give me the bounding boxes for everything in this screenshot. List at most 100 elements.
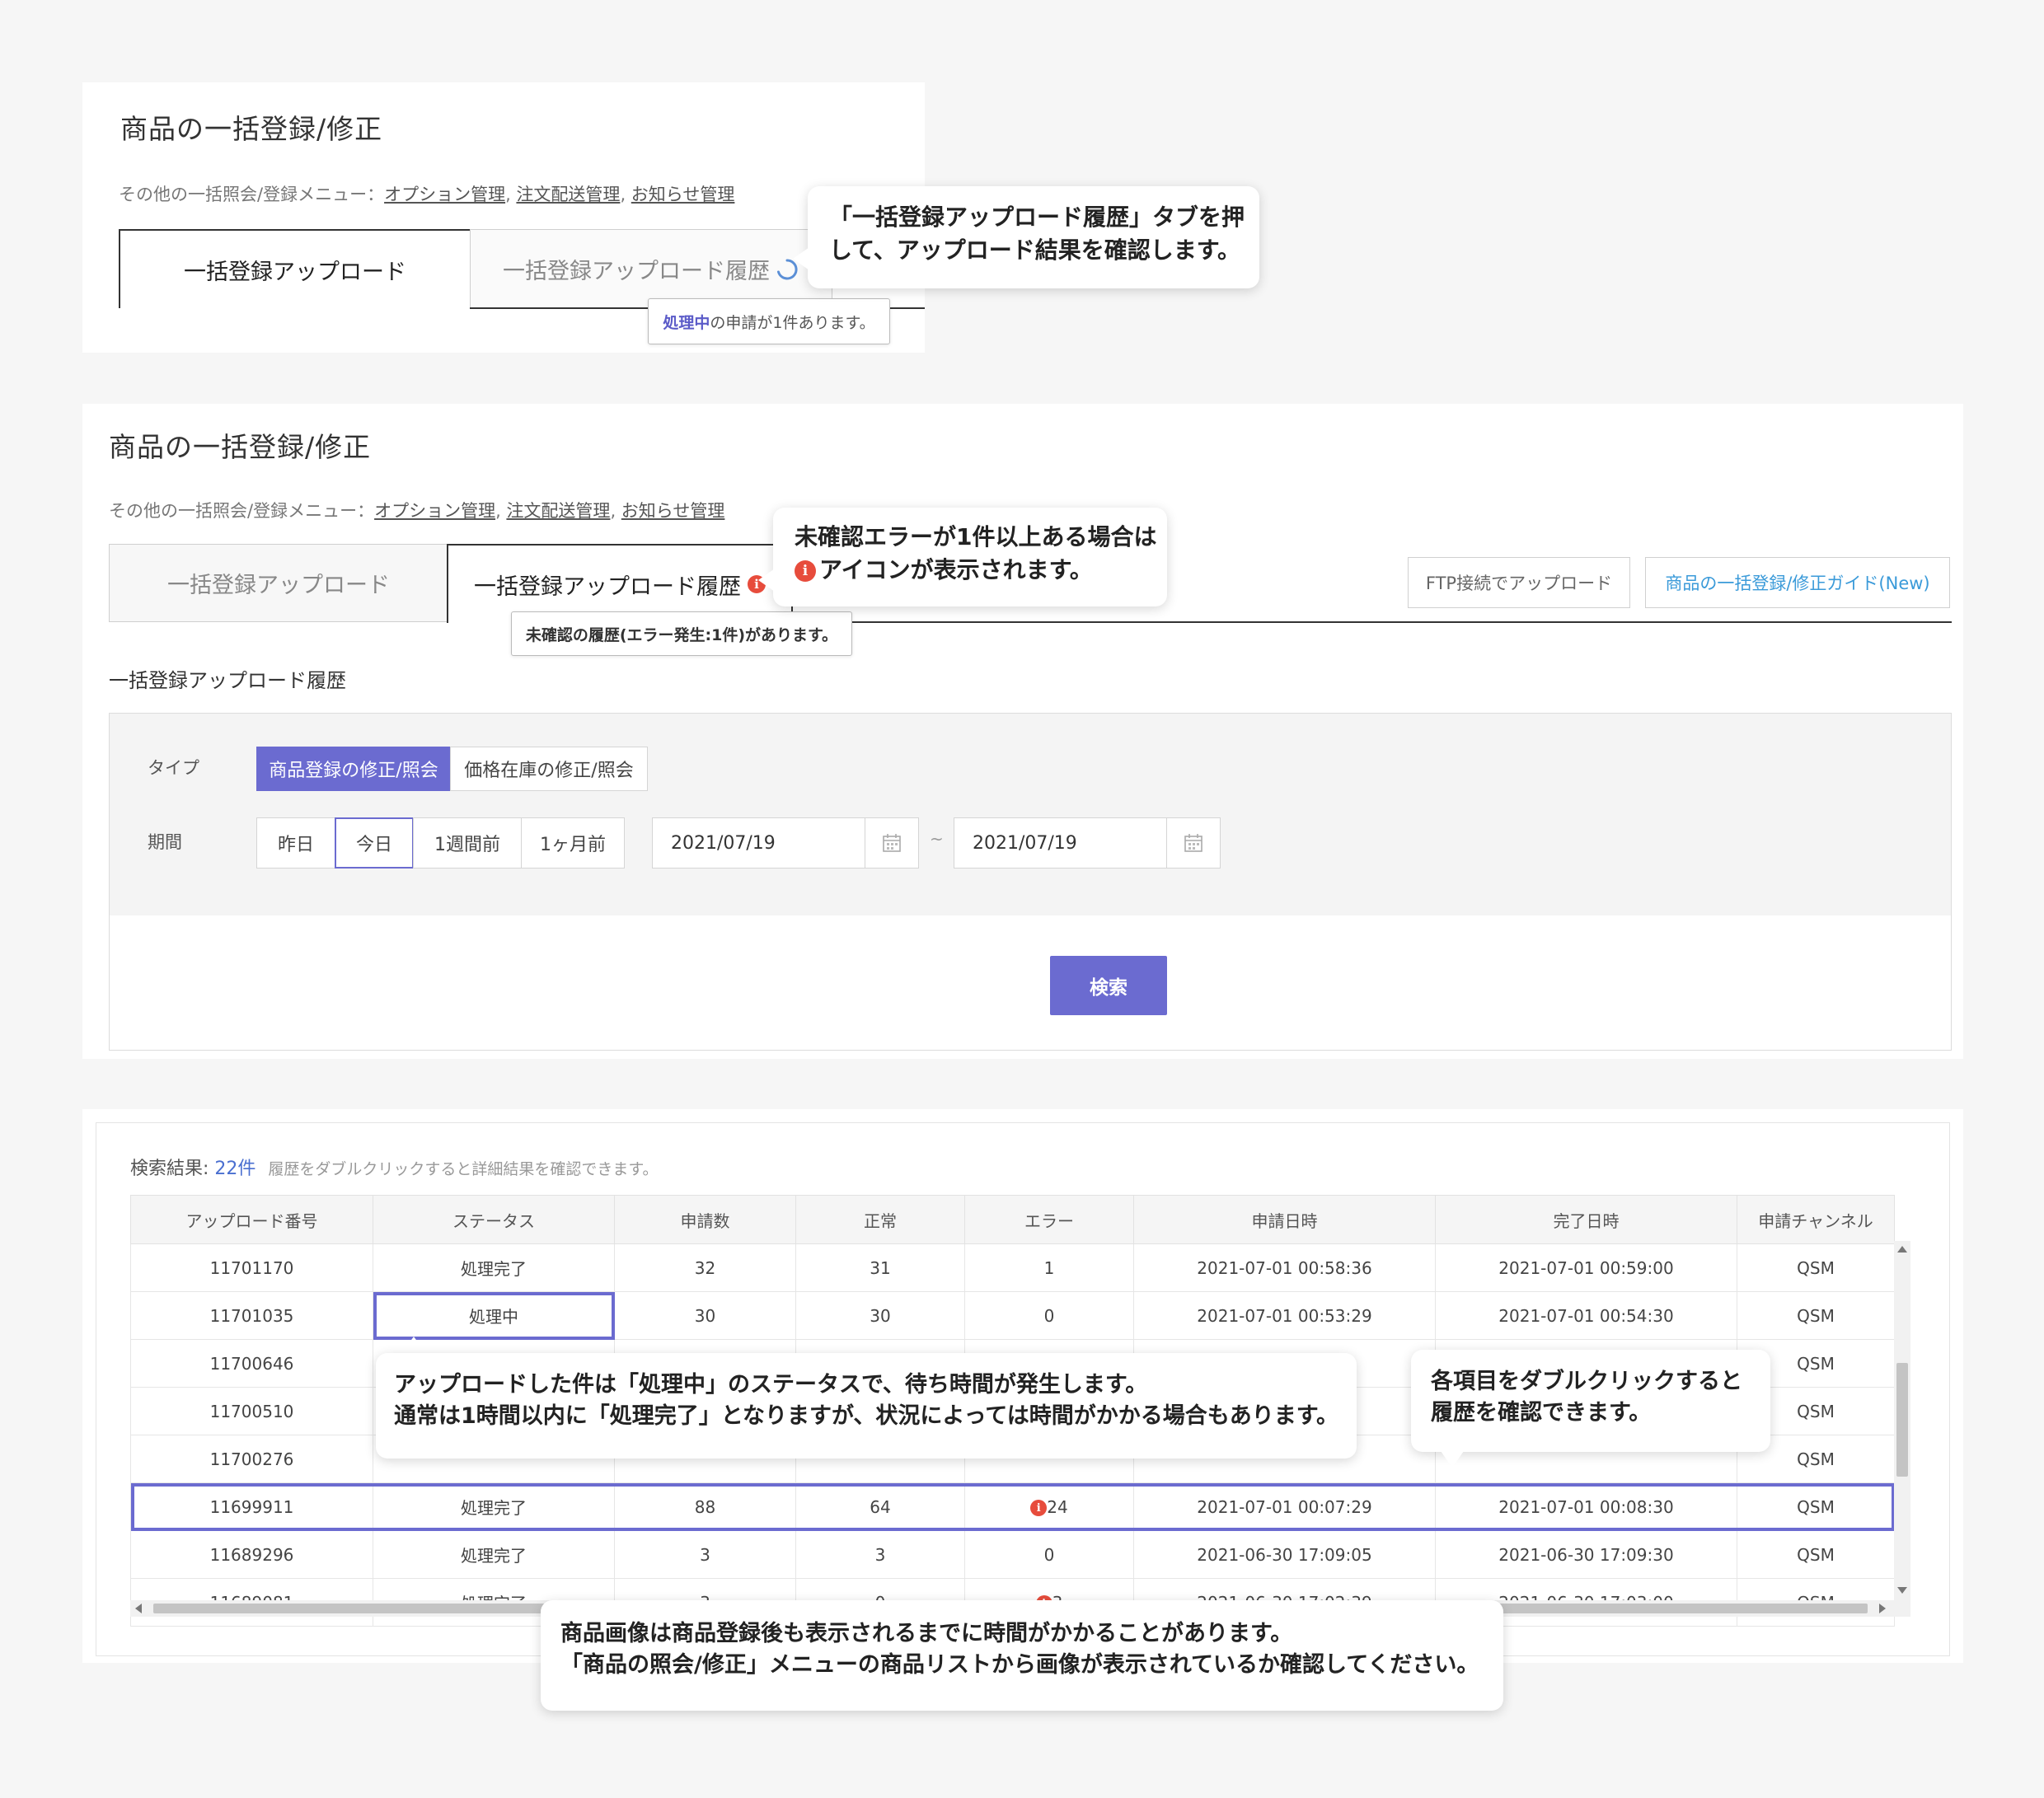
- tab-history-2-label: 一括登録アップロード履歴: [474, 574, 741, 600]
- page-title-2: 商品の一括登録/修正: [109, 431, 372, 463]
- callout-history-tab: 「一括登録アップロード履歴」タブを押 して、アップロード結果を確認します。: [808, 186, 1259, 288]
- cell-upload-no: 11701035: [130, 1291, 373, 1340]
- page-title: 商品の一括登録/修正: [120, 113, 383, 145]
- period-yesterday[interactable]: 昨日: [256, 817, 335, 869]
- col-requests[interactable]: 申請数: [614, 1195, 796, 1244]
- col-completed-at[interactable]: 完了日時: [1435, 1195, 1737, 1244]
- date-from-calendar-button[interactable]: [865, 818, 918, 868]
- cell-completed-at: 2021-07-01 00:59:00: [1435, 1243, 1737, 1292]
- cell-normal: 30: [795, 1291, 965, 1340]
- vertical-scrollbar[interactable]: [1894, 1241, 1910, 1600]
- guide-button[interactable]: 商品の一括登録/修正ガイド(New): [1645, 557, 1950, 608]
- processing-tooltip: 処理中 の申請が1件あります。: [648, 298, 890, 344]
- unconfirmed-tooltip: 未確認の履歴(エラー発生:1件)があります。: [511, 611, 852, 656]
- period-label: 期間: [148, 832, 182, 852]
- date-to-input[interactable]: 2021/07/19: [954, 817, 1221, 869]
- cell-completed-at: 2021-06-30 17:09:30: [1435, 1530, 1737, 1579]
- date-from-input[interactable]: 2021/07/19: [652, 817, 919, 869]
- scroll-right-icon[interactable]: [1879, 1604, 1886, 1613]
- callout-image-pointer: [1007, 1584, 1034, 1602]
- submenu-link-options[interactable]: オプション管理: [384, 185, 505, 204]
- results-summary: 検索結果: 22件 履歴をダブルクリックすると詳細結果を確認できます。: [130, 1154, 659, 1180]
- callout-history-tab-line1: 「一括登録アップロード履歴」タブを押: [829, 204, 1245, 231]
- table-row[interactable]: 11689296 処理完了 3 3 0 2021-06-30 17:09:05 …: [130, 1530, 1895, 1579]
- col-channel[interactable]: 申請チャンネル: [1737, 1195, 1895, 1244]
- type-option-price[interactable]: 価格在庫の修正/照会: [450, 747, 648, 791]
- callout-error-icon-pointer: [758, 569, 775, 592]
- cell-requested-at: 2021-06-30 17:09:05: [1133, 1530, 1436, 1579]
- date-to-calendar-button[interactable]: [1166, 818, 1220, 868]
- date-separator: ~: [930, 829, 944, 849]
- submenu-link-notices[interactable]: お知らせ管理: [631, 185, 735, 204]
- cell-status: 処理完了: [373, 1482, 615, 1531]
- panel-upload-tab-example: 商品の一括登録/修正 その他の一括照会/登録メニュー：オプション管理, 注文配送…: [82, 82, 925, 353]
- col-upload-no[interactable]: アップロード番号: [130, 1195, 373, 1244]
- cell-upload-no: 11701170: [130, 1243, 373, 1292]
- col-error[interactable]: エラー: [964, 1195, 1134, 1244]
- table-header-row: アップロード番号 ステータス 申請数 正常 エラー 申請日時 完了日時 申請チャ…: [130, 1195, 1895, 1244]
- callout-image-line2: 「商品の照会/修正」メニューの商品リストから画像が表示されているか確認してくださ…: [560, 1652, 1479, 1679]
- cell-requests: 3: [614, 1530, 796, 1579]
- type-label: タイプ: [148, 758, 199, 778]
- scroll-up-icon[interactable]: [1897, 1246, 1907, 1253]
- cell-upload-no: 11699911: [130, 1482, 373, 1531]
- vertical-scroll-thumb[interactable]: [1896, 1363, 1908, 1477]
- cell-requests: 88: [614, 1482, 796, 1531]
- results-label: 検索結果:: [130, 1159, 209, 1179]
- cell-error-value: 24: [1047, 1496, 1068, 1517]
- cell-upload-no: 11700646: [130, 1339, 373, 1388]
- submenu-2-prefix: その他の一括照会/登録メニュー：: [109, 501, 375, 521]
- table-row[interactable]: 11701170 処理完了 32 31 1 2021-07-01 00:58:3…: [130, 1243, 1895, 1292]
- submenu: その他の一括照会/登録メニュー：オプション管理, 注文配送管理, お知らせ管理: [119, 185, 735, 204]
- period-week[interactable]: 1週間前: [413, 817, 522, 869]
- scroll-left-icon[interactable]: [135, 1604, 142, 1613]
- callout-double-click-pointer: [1441, 1451, 1464, 1468]
- tab-upload-2[interactable]: 一括登録アップロード: [109, 544, 448, 622]
- cell-normal: 64: [795, 1482, 965, 1531]
- callout-processing-pointer: [401, 1337, 427, 1355]
- section-title: 一括登録アップロード履歴: [109, 669, 346, 692]
- ftp-upload-button-label: FTP接続でアップロード: [1425, 574, 1613, 593]
- submenu-2: その他の一括照会/登録メニュー：オプション管理, 注文配送管理, お知らせ管理: [109, 501, 725, 521]
- search-button[interactable]: 検索: [1050, 956, 1167, 1015]
- cell-requested-at: 2021-07-01 00:53:29: [1133, 1291, 1436, 1340]
- submenu-2-link-orders[interactable]: 注文配送管理: [506, 501, 610, 521]
- cell-channel: QSM: [1737, 1243, 1895, 1292]
- col-requested-at[interactable]: 申請日時: [1133, 1195, 1436, 1244]
- period-month[interactable]: 1ヶ月前: [521, 817, 625, 869]
- callout-processing-line1: アップロードした件は「処理中」のステータスで、待ち時間が発生します。: [394, 1372, 1148, 1398]
- period-today-label: 今日: [355, 835, 392, 855]
- tab-upload[interactable]: 一括登録アップロード: [119, 229, 471, 308]
- period-week-label: 1週間前: [434, 835, 500, 855]
- type-option-product[interactable]: 商品登録の修正/照会: [256, 747, 451, 791]
- tab-upload-label: 一括登録アップロード: [184, 259, 406, 285]
- submenu-2-link-options[interactable]: オプション管理: [374, 501, 495, 521]
- col-status[interactable]: ステータス: [373, 1195, 615, 1244]
- table-row[interactable]: 11701035 処理中 30 30 0 2021-07-01 00:53:29…: [130, 1291, 1895, 1340]
- callout-image-line1: 商品画像は商品登録後も表示されるまでに時間がかかることがあります。: [560, 1621, 1293, 1646]
- callout-processing: アップロードした件は「処理中」のステータスで、待ち時間が発生します。 通常は1時…: [376, 1353, 1357, 1459]
- submenu-link-orders[interactable]: 注文配送管理: [516, 185, 620, 204]
- type-option-product-label: 商品登録の修正/照会: [269, 761, 438, 781]
- cell-error: 0: [964, 1530, 1134, 1579]
- scroll-down-icon[interactable]: [1897, 1587, 1907, 1594]
- processing-tooltip-strong: 処理中: [663, 313, 710, 332]
- period-yesterday-label: 昨日: [277, 835, 314, 855]
- cell-upload-no: 11689296: [130, 1530, 373, 1579]
- col-normal[interactable]: 正常: [795, 1195, 965, 1244]
- cell-status-processing: 処理中: [373, 1291, 615, 1340]
- period-month-label: 1ヶ月前: [540, 835, 606, 855]
- callout-error-icon-line1: 未確認エラーが1件以上ある場合は: [795, 523, 1157, 550]
- callout-double-click-line1: 各項目をダブルクリックすると: [1431, 1369, 1742, 1394]
- guide-button-label: 商品の一括登録/修正ガイド(New): [1665, 574, 1930, 593]
- submenu-2-link-notices[interactable]: お知らせ管理: [621, 501, 725, 521]
- period-today[interactable]: 今日: [335, 817, 414, 869]
- ftp-upload-button[interactable]: FTP接続でアップロード: [1408, 557, 1630, 608]
- table-row-highlighted[interactable]: 11699911 処理完了 88 64 i 24 2021-07-01 00:07…: [130, 1482, 1895, 1531]
- processing-tooltip-text: の申請が1件あります。: [710, 313, 875, 332]
- tab-baseline-2: [791, 621, 1952, 623]
- date-from-value: 2021/07/19: [671, 832, 776, 854]
- tab-upload-history[interactable]: 一括登録アップロード履歴: [470, 229, 832, 308]
- tab-history-label: 一括登録アップロード履歴: [503, 259, 770, 284]
- callout-processing-line2: 通常は1時間以内に「処理完了」となりますが、状況によっては時間がかかる場合もあり…: [394, 1403, 1339, 1430]
